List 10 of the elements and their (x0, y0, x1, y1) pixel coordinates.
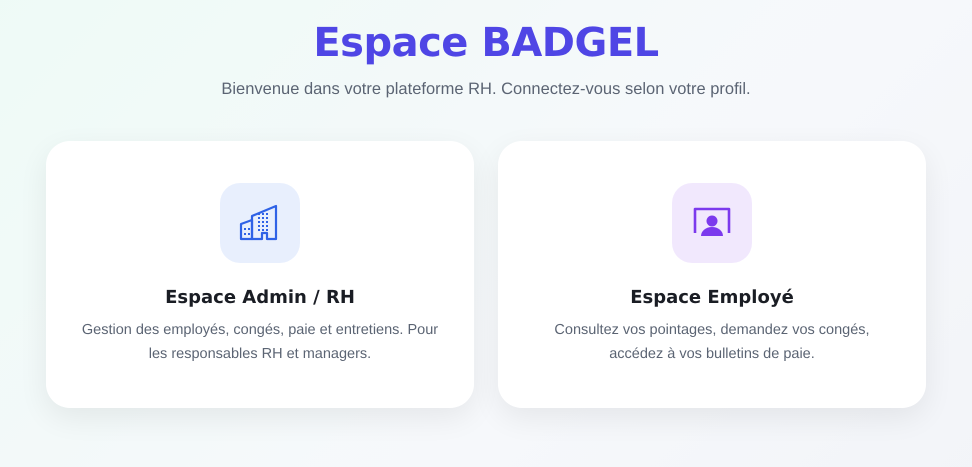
page-title: Espace BADGEL (313, 20, 659, 66)
subtitle: Bienvenue dans votre plateforme RH. Connectez-vous selon votre profil. (221, 80, 751, 99)
building-icon (220, 183, 300, 263)
presenter-icon (672, 183, 752, 263)
profile-card[interactable]: Espace Employé Consultez vos pointages, demandez vos congés, accédez à vos bulletins de paie. (498, 141, 926, 408)
card-title: Espace Admin / RH (165, 287, 355, 308)
profile-card[interactable]: Espace Admin / RH Gestion des employés, congés, paie et entretiens. Pour les responsables RH et managers. (46, 141, 474, 408)
card-description: Gestion des employés, congés, paie et entretiens. Pour les responsables RH et managers. (80, 321, 440, 364)
card-description: Consultez vos pointages, demandez vos congés, accédez à vos bulletins de paie. (553, 321, 871, 364)
card-title: Espace Employé (630, 287, 794, 308)
